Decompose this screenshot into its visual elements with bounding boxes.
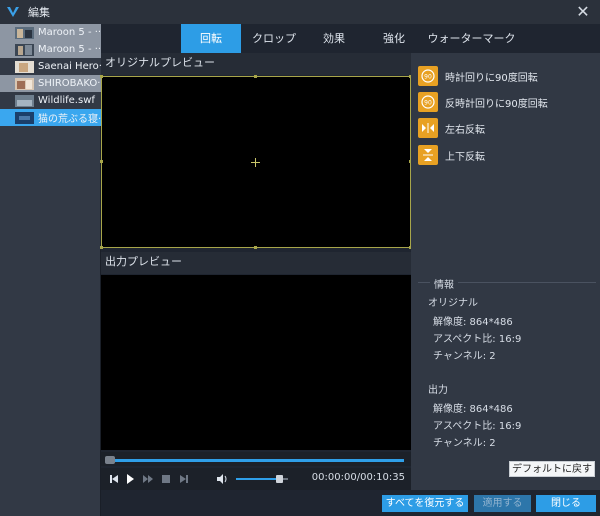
file-item[interactable]: Maroon 5 - ··· bbox=[0, 24, 101, 41]
skip-end-icon[interactable] bbox=[177, 472, 191, 486]
file-name: Saenai Hero··· bbox=[38, 61, 101, 72]
tab-rotate[interactable]: 回転 bbox=[181, 24, 241, 53]
rotate-counterclockwise-label: 反時計回りに90度回転 bbox=[445, 98, 548, 110]
stop-icon[interactable] bbox=[159, 472, 173, 486]
player-controls: 00:00:00/00:10:35 bbox=[101, 468, 411, 490]
file-item[interactable]: 猫の荒ぶる寝··· bbox=[0, 109, 101, 126]
volume-icon[interactable] bbox=[215, 472, 229, 486]
crop-handle[interactable] bbox=[254, 246, 257, 249]
file-list: Maroon 5 - ··· Maroon 5 - ··· Saenai Her… bbox=[0, 24, 101, 516]
output-preview-label: 出力プレビュー bbox=[101, 252, 411, 274]
crop-handle[interactable] bbox=[254, 75, 257, 78]
play-icon[interactable] bbox=[123, 472, 137, 486]
file-name: SHIROBAKO··· bbox=[38, 78, 101, 89]
video-thumbnail-icon bbox=[15, 43, 34, 56]
rotate-clockwise-label: 時計回りに90度回転 bbox=[445, 72, 538, 84]
original-resolution: 解像度: 864*486 bbox=[433, 317, 513, 328]
crop-handle[interactable] bbox=[100, 246, 103, 249]
rotate-clockwise-button[interactable]: 90 時計回りに90度回転 bbox=[418, 65, 538, 87]
flip-vertical-label: 上下反転 bbox=[445, 151, 485, 163]
volume-slider[interactable] bbox=[236, 475, 288, 483]
info-title: 情報 bbox=[430, 276, 458, 291]
output-aspect: アスペクト比: 16:9 bbox=[433, 421, 522, 432]
video-thumbnail-icon bbox=[15, 77, 34, 90]
fast-forward-icon[interactable] bbox=[141, 472, 155, 486]
skip-start-icon[interactable] bbox=[107, 472, 121, 486]
file-name: Wildlife.swf bbox=[38, 95, 95, 106]
output-channels: チャンネル: 2 bbox=[433, 438, 496, 449]
output-resolution: 解像度: 864*486 bbox=[433, 404, 513, 415]
tab-effect[interactable]: 効果 bbox=[304, 24, 364, 53]
original-aspect: アスペクト比: 16:9 bbox=[433, 334, 522, 345]
file-item[interactable]: Maroon 5 - ··· bbox=[0, 41, 101, 58]
file-item[interactable]: SHIROBAKO··· bbox=[0, 75, 101, 92]
title-bar: 編集 ✕ bbox=[0, 0, 600, 24]
tab-watermark[interactable]: ウォーターマーク bbox=[424, 24, 519, 53]
video-thumbnail-icon bbox=[15, 111, 34, 124]
playback-time: 00:00:00/00:10:35 bbox=[311, 472, 405, 483]
apply-button[interactable]: 適用する bbox=[474, 495, 531, 512]
output-heading: 出力 bbox=[428, 385, 448, 396]
seekbar-area bbox=[101, 452, 411, 466]
restore-all-button[interactable]: すべてを復元する bbox=[382, 495, 468, 512]
rotation-panel: 90 時計回りに90度回転 90 反時計回りに90度回転 左右反転 上下反転 情… bbox=[411, 53, 600, 490]
original-preview-label: オリジナルプレビュー bbox=[101, 53, 411, 75]
original-heading: オリジナル bbox=[428, 298, 478, 309]
bottom-bar: すべてを復元する 適用する 閉じる bbox=[101, 490, 600, 516]
crosshair-icon bbox=[255, 158, 256, 167]
video-thumbnail-icon bbox=[15, 94, 34, 107]
flip-vertical-button[interactable]: 上下反転 bbox=[418, 144, 485, 166]
crop-handle[interactable] bbox=[100, 75, 103, 78]
output-preview bbox=[101, 275, 411, 450]
info-group: 情報 オリジナル 解像度: 864*486 アスペクト比: 16:9 チャンネル… bbox=[418, 276, 596, 458]
crop-handle[interactable] bbox=[100, 160, 103, 163]
file-item[interactable]: Wildlife.swf bbox=[0, 92, 101, 109]
rotate-clockwise-icon: 90 bbox=[418, 66, 438, 86]
seek-handle[interactable] bbox=[105, 456, 115, 464]
svg-text:90: 90 bbox=[424, 100, 432, 107]
reset-default-button[interactable]: デフォルトに戻す bbox=[509, 461, 595, 477]
app-logo-icon bbox=[7, 7, 19, 17]
rotate-counterclockwise-icon: 90 bbox=[418, 92, 438, 112]
file-name: Maroon 5 - ··· bbox=[38, 44, 101, 55]
svg-text:90: 90 bbox=[424, 74, 432, 81]
close-button[interactable]: 閉じる bbox=[536, 495, 596, 512]
rotate-counterclockwise-button[interactable]: 90 反時計回りに90度回転 bbox=[418, 91, 548, 113]
flip-horizontal-icon bbox=[418, 118, 438, 138]
original-preview bbox=[100, 75, 412, 249]
video-thumbnail-icon bbox=[15, 60, 34, 73]
window-title: 編集 bbox=[28, 6, 50, 19]
flip-horizontal-button[interactable]: 左右反転 bbox=[418, 117, 485, 139]
seek-bar[interactable] bbox=[106, 459, 404, 462]
file-item[interactable]: Saenai Hero··· bbox=[0, 58, 101, 75]
video-thumbnail-icon bbox=[15, 26, 34, 39]
file-name: Maroon 5 - ··· bbox=[38, 27, 101, 38]
flip-vertical-icon bbox=[418, 145, 438, 165]
original-channels: チャンネル: 2 bbox=[433, 351, 496, 362]
tab-enhance[interactable]: 強化 bbox=[364, 24, 424, 53]
tab-crop[interactable]: クロップ bbox=[244, 24, 304, 53]
volume-handle[interactable] bbox=[276, 475, 284, 483]
edit-tabs: 回転 クロップ 効果 強化 ウォーターマーク bbox=[101, 24, 600, 53]
volume-level bbox=[236, 478, 281, 480]
flip-horizontal-label: 左右反転 bbox=[445, 124, 485, 136]
close-icon[interactable]: ✕ bbox=[574, 3, 592, 21]
file-name: 猫の荒ぶる寝··· bbox=[38, 114, 101, 125]
